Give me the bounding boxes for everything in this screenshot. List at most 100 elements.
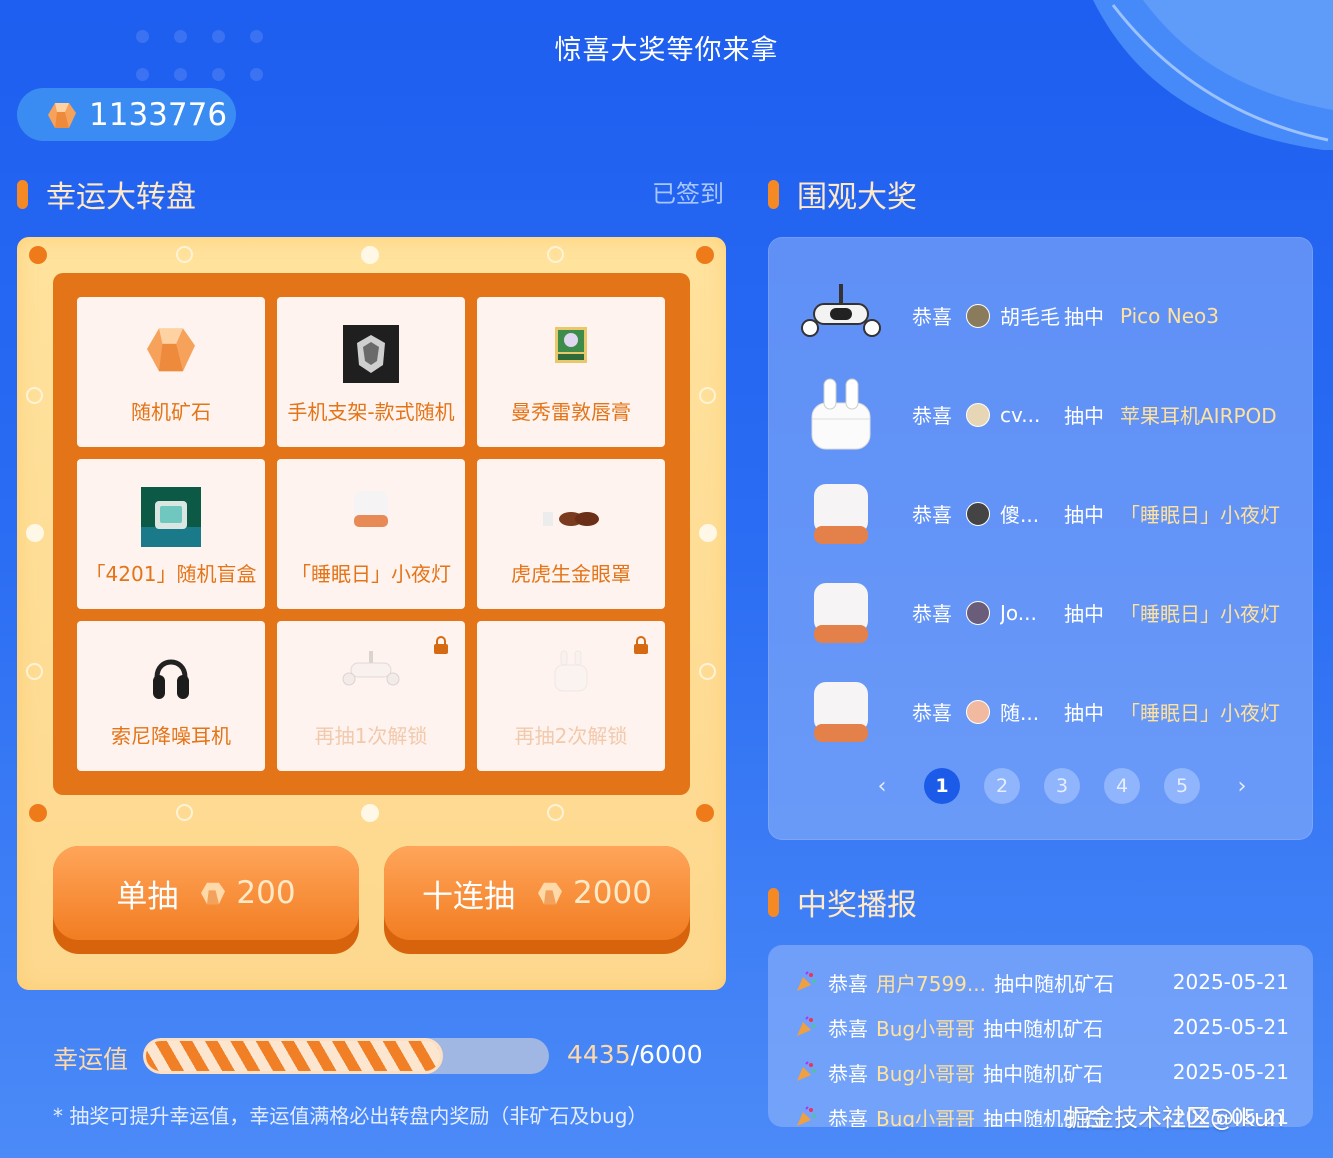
luck-progress-fill: [143, 1038, 444, 1074]
light-bulb: [176, 804, 193, 821]
prize-cell: 曼秀雷敦唇膏: [477, 297, 665, 447]
light-bulb: [696, 246, 714, 264]
eye-mask-image: [543, 512, 599, 526]
prize-label: 索尼降噪耳机: [111, 724, 231, 748]
broadcast-message: 抽中随机矿石: [993, 971, 1114, 996]
signed-in-status[interactable]: 已签到: [652, 174, 724, 209]
broadcast-message: 抽中随机矿石: [983, 1016, 1104, 1041]
prize-label: 再抽1次解锁: [314, 724, 428, 748]
broadcast-congrats: 恭喜: [828, 1016, 868, 1041]
broadcast-congrats: 恭喜: [828, 1106, 868, 1128]
list-item: 恭喜 用户7599... 抽中随机矿石 2025-05-21: [794, 967, 1289, 997]
prize-cell: 索尼降噪耳机: [77, 621, 265, 771]
list-item: 恭喜 Bug小哥哥 抽中随机矿石 2025-05-21: [794, 1057, 1289, 1087]
luck-progress-bar: [143, 1038, 549, 1074]
winner-row: 恭喜 随... 抽中 「睡眠日」小夜灯: [768, 662, 1313, 761]
winner-verb: 抽中: [1064, 404, 1104, 428]
broadcast-message: 抽中随机矿石: [983, 1061, 1104, 1086]
section-header-broadcast: 中奖播报: [768, 880, 917, 924]
winner-prize: 「睡眠日」小夜灯: [1120, 602, 1280, 626]
next-page-button[interactable]: ›: [1224, 774, 1260, 799]
page-button-1[interactable]: 1: [924, 768, 960, 804]
night-light-image: [814, 484, 868, 544]
luck-current: 4435: [567, 1040, 631, 1069]
vr-headset-image: [801, 284, 881, 337]
prize-cell-locked: 再抽2次解锁: [477, 621, 665, 771]
section-title: 中奖播报: [797, 888, 917, 923]
night-light-image: [354, 491, 388, 527]
button-label: 十连抽: [422, 878, 516, 915]
broadcast-date: 2025-05-21: [1172, 1015, 1289, 1039]
luck-total: /6000: [630, 1040, 703, 1069]
luck-count: 4435/6000: [567, 1040, 703, 1069]
ten-draw-button[interactable]: 十连抽 2000: [384, 846, 690, 954]
winner-user: Jo...: [1000, 600, 1037, 625]
night-light-image: [814, 583, 868, 643]
winner-user: 随...: [1000, 701, 1040, 725]
list-item: 恭喜 Bug小哥哥 抽中随机矿石 2025-05-21: [794, 1012, 1289, 1042]
prize-cell: 随机矿石: [77, 297, 265, 447]
headphones-image: [153, 659, 189, 699]
light-bulb: [696, 804, 714, 822]
broadcast-congrats: 恭喜: [828, 971, 868, 996]
winner-user: 胡毛毛: [1000, 305, 1060, 329]
winner-verb: 抽中: [1064, 701, 1104, 725]
ore-gem-icon: [147, 328, 195, 372]
light-bulb: [699, 524, 717, 542]
night-light-image: [814, 682, 868, 742]
winner-row: 恭喜 cv... 抽中 苹果耳机AIRPOD: [768, 365, 1313, 464]
winner-verb: 抽中: [1064, 503, 1104, 527]
prize-label: 手机支架-款式随机: [287, 400, 455, 424]
party-popper-icon: [797, 1106, 816, 1126]
winner-congrats: 恭喜: [912, 701, 952, 725]
ore-balance: 1133776: [17, 88, 236, 141]
light-bulb: [176, 246, 193, 263]
light-bulb: [26, 663, 43, 680]
prize-grid: 随机矿石 手机支架-款式随机 曼秀雷敦唇膏 「4201」随机盲盒 「睡眠日」小夜…: [53, 273, 690, 795]
prize-label: 曼秀雷敦唇膏: [511, 400, 631, 424]
broadcast-congrats: 恭喜: [828, 1061, 868, 1086]
ore-gem-icon: [201, 882, 226, 905]
ore-gem-icon: [538, 882, 563, 905]
button-cost: 2000: [573, 875, 652, 911]
winner-prize: 「睡眠日」小夜灯: [1120, 701, 1280, 725]
page-button-3[interactable]: 3: [1044, 768, 1080, 804]
prize-cell: 虎虎生金眼罩: [477, 459, 665, 609]
leaf-decoration-icon: [1093, 0, 1333, 150]
page-button-2[interactable]: 2: [984, 768, 1020, 804]
page-title: 惊喜大奖等你来拿: [554, 35, 779, 66]
light-bulb: [547, 246, 564, 263]
prize-cell: 「4201」随机盲盒: [77, 459, 265, 609]
single-draw-button[interactable]: 单抽 200: [53, 846, 359, 954]
big-prize-panel: 恭喜 胡毛毛 抽中 Pico Neo3 恭喜 cv... 抽中 苹果耳机AIRP…: [768, 237, 1313, 840]
prize-label: 随机矿石: [131, 400, 211, 424]
section-header-watch: 围观大奖: [768, 172, 917, 216]
party-popper-icon: [797, 1061, 816, 1081]
prize-cell-locked: 再抽1次解锁: [277, 621, 465, 771]
prev-page-button[interactable]: ‹: [864, 774, 900, 799]
light-bulb: [699, 387, 716, 404]
lip-balm-image: [555, 327, 587, 363]
prize-cell: 手机支架-款式随机: [277, 297, 465, 447]
winner-congrats: 恭喜: [912, 602, 952, 626]
page-button-4[interactable]: 4: [1104, 768, 1140, 804]
party-popper-icon: [797, 971, 816, 991]
broadcast-user: 用户7599...: [876, 971, 986, 996]
lock-icon: [634, 636, 648, 654]
avatar: [966, 303, 990, 328]
button-label: 单抽: [116, 878, 179, 915]
page-button-5[interactable]: 5: [1164, 768, 1200, 804]
lock-icon: [434, 636, 448, 654]
broadcast-user: Bug小哥哥: [876, 1061, 976, 1086]
winner-prize: Pico Neo3: [1120, 303, 1219, 328]
broadcast-date: 2025-05-21: [1172, 970, 1289, 994]
luck-note: * 抽奖可提升幸运值，幸运值满格必出转盘内奖励（非矿石及bug）: [53, 1104, 648, 1128]
winner-verb: 抽中: [1064, 602, 1104, 626]
light-bulb: [29, 246, 47, 264]
prize-label: 虎虎生金眼罩: [511, 562, 631, 586]
winner-user: 傻...: [1000, 503, 1040, 527]
prize-label: 「睡眠日」小夜灯: [291, 562, 451, 586]
broadcast-user: Bug小哥哥: [876, 1016, 976, 1041]
watermark: 掘金技术社区@ikun: [1066, 1104, 1285, 1132]
earbuds-image: [811, 378, 871, 450]
